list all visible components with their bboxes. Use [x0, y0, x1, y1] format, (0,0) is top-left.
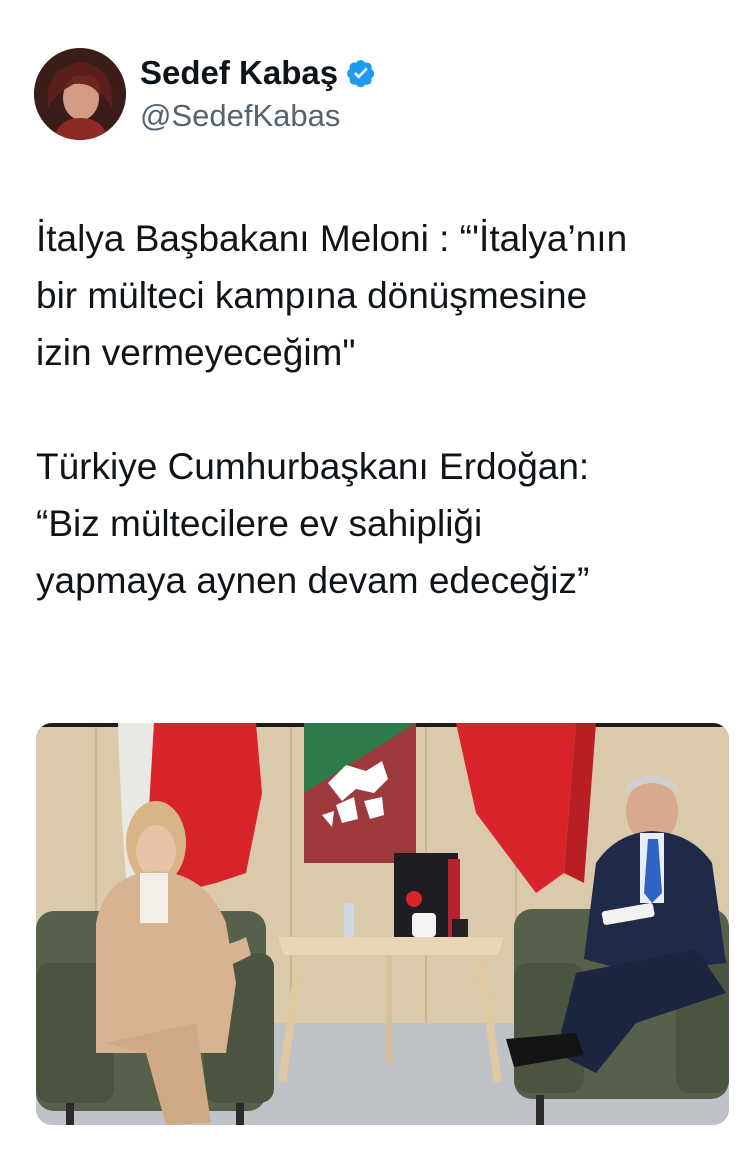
tweet-line: Türkiye Cumhurbaşkanı Erdoğan:	[36, 446, 590, 487]
tweet-line: izin vermeyeceğim"	[36, 332, 356, 373]
tweet-paragraph-2: Türkiye Cumhurbaşkanı Erdoğan: “Biz mült…	[36, 438, 726, 609]
tweet-media-photo[interactable]	[36, 723, 729, 1125]
tweet-line: bir mülteci kampına dönüşmesine	[36, 275, 588, 316]
author-names: Sedef Kabaş @SedefKabas	[140, 54, 376, 134]
tweet-line: İtalya Başbakanı Meloni : “'İtalya’nın	[36, 218, 628, 259]
tweet-text: İtalya Başbakanı Meloni : “'İtalya’nın b…	[36, 210, 726, 609]
tweet-line: yapmaya aynen devam edeceğiz”	[36, 560, 590, 601]
tweet-line: “Biz mültecilere ev sahipliği	[36, 503, 483, 544]
meeting-photo-icon	[36, 723, 729, 1125]
avatar-photo-icon	[34, 48, 126, 140]
avatar[interactable]	[34, 48, 126, 140]
name-row: Sedef Kabaş	[140, 54, 376, 92]
tweet: Sedef Kabaş @SedefKabas İtalya Başbakanı…	[0, 0, 753, 1161]
verified-badge-icon	[347, 60, 375, 88]
tweet-header: Sedef Kabaş @SedefKabas	[34, 48, 376, 140]
handle[interactable]: @SedefKabas	[140, 98, 376, 134]
tweet-paragraph-1: İtalya Başbakanı Meloni : “'İtalya’nın b…	[36, 210, 726, 381]
display-name[interactable]: Sedef Kabaş	[140, 54, 338, 92]
